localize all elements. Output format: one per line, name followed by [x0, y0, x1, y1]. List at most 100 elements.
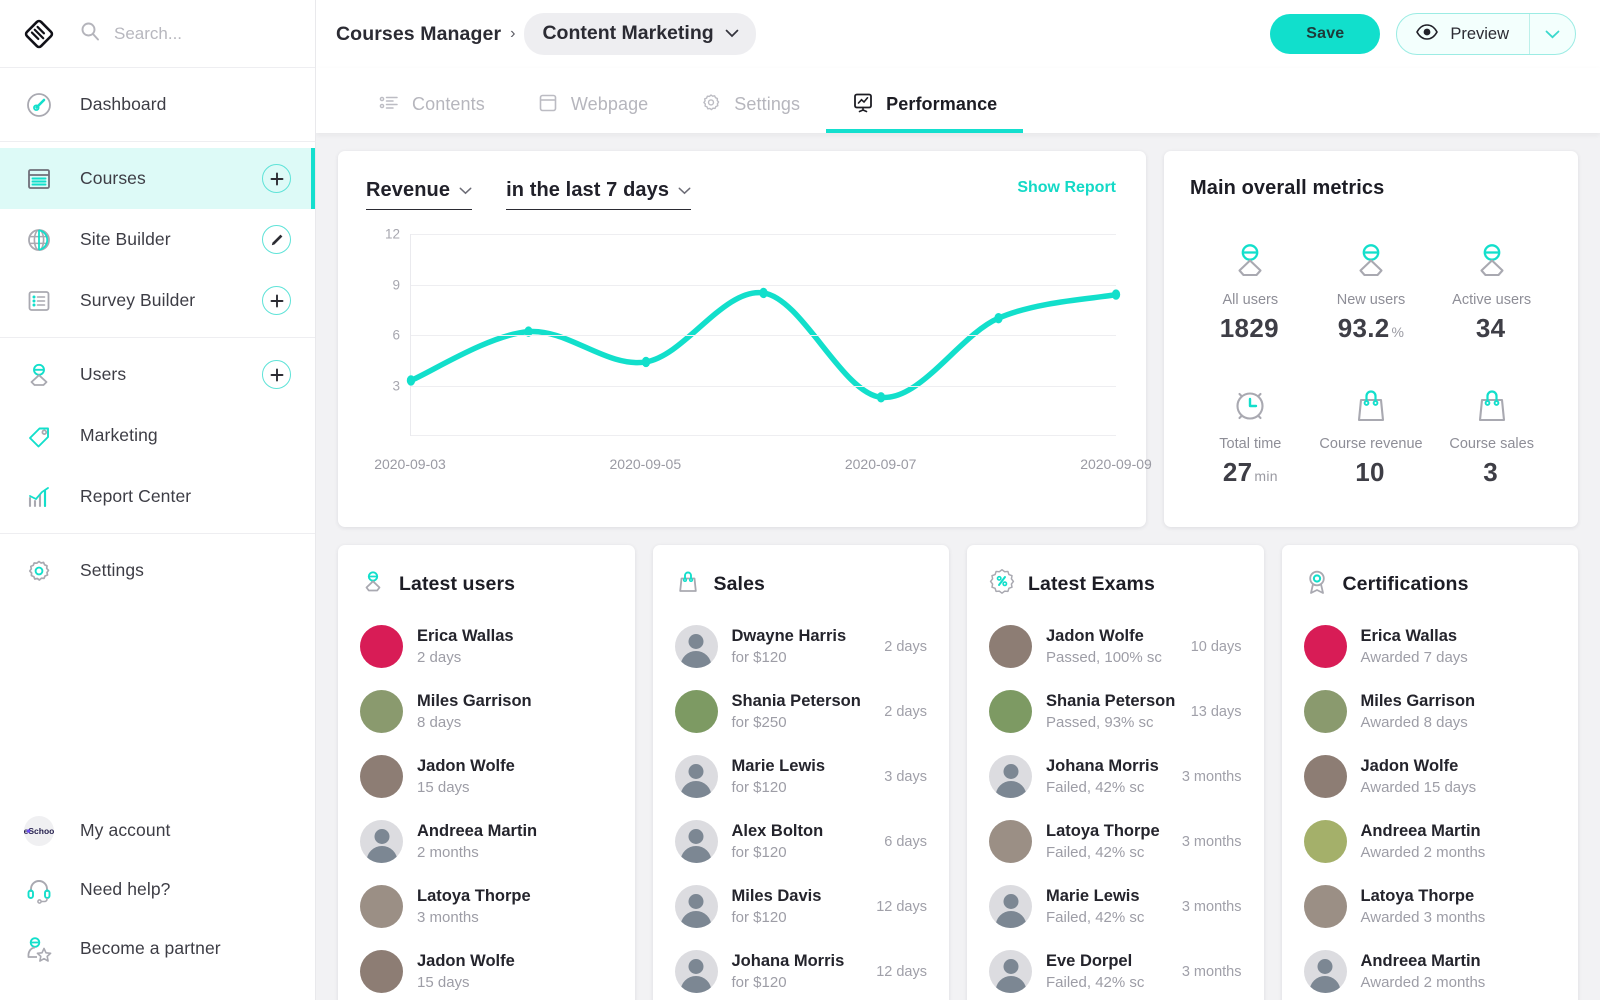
sidebar-item-become-a-partner[interactable]: Become a partner [0, 919, 315, 978]
sidebar-item-report-center[interactable]: Report Center [0, 466, 315, 527]
chart-point-3[interactable] [759, 287, 768, 299]
list-item-subtitle: Awarded 2 months [1360, 974, 1486, 991]
list-item-subtitle: 3 months [417, 909, 479, 926]
preview-button[interactable]: Preview [1397, 14, 1529, 54]
sidebar-item-site-builder[interactable]: Site Builder [0, 209, 315, 270]
list-item[interactable]: Marie Lewis for $120 3 days [674, 744, 927, 809]
survey-list-icon [16, 286, 62, 316]
list-item[interactable]: Andreea Martin 2 months [360, 809, 613, 874]
chart-point-5[interactable] [994, 312, 1003, 324]
list-item[interactable]: Johana Morris for $120 12 days [674, 939, 927, 1000]
avatar-placeholder [360, 820, 403, 863]
list-item-meta: Jadon Wolfe Awarded 15 days [1347, 757, 1549, 796]
list-item[interactable]: Miles Davis for $120 12 days [674, 874, 927, 939]
breadcrumb-current-dropdown[interactable]: Content Marketing [524, 13, 756, 55]
avatar-placeholder [989, 950, 1032, 993]
list-item[interactable]: Andreea Martin Awarded 2 months [1303, 809, 1557, 874]
chart-point-4[interactable] [876, 392, 886, 403]
chart-point-6[interactable] [1111, 289, 1121, 300]
tab-bar: Contents Webpage Settings Performance [316, 68, 1600, 133]
sidebar-item-settings[interactable]: Settings [0, 540, 315, 601]
metric-number: 27 [1222, 457, 1253, 487]
list-item-time: 3 months [1181, 833, 1242, 850]
list-item-time: 3 months [1181, 768, 1242, 785]
preview-dropdown-toggle[interactable] [1529, 14, 1575, 54]
list-item-name: Miles Garrison [417, 692, 532, 710]
search-bar[interactable] [62, 21, 315, 46]
avatar-placeholder [674, 820, 718, 863]
list-item-meta: Miles Davis for $120 [718, 887, 869, 926]
user-icon [1348, 222, 1394, 284]
sidebar-item-users[interactable]: Users [0, 344, 315, 405]
range-select[interactable]: in the last 7 days [506, 179, 692, 210]
dashboard-gauge-icon [16, 90, 62, 120]
list-item[interactable]: Jadon Wolfe 15 days [360, 939, 613, 1000]
sidebar-survey-builder-plus-button[interactable] [262, 286, 291, 315]
list-item[interactable]: Latoya Thorpe Failed, 42% sc 3 months [989, 809, 1242, 874]
avatar [989, 820, 1032, 863]
percent-badge-icon [989, 569, 1015, 600]
list-item-meta: Latoya Thorpe 3 months [403, 887, 605, 926]
sidebar-site-builder-pencil-button[interactable] [262, 225, 291, 254]
sidebar-item-dashboard[interactable]: Dashboard [0, 74, 315, 135]
list-item[interactable]: Shania Peterson Passed, 93% sc 13 days [989, 679, 1242, 744]
metric-select[interactable]: Revenue [366, 179, 473, 210]
sidebar-item-marketing[interactable]: Marketing [0, 405, 315, 466]
list-item[interactable]: Miles Garrison 8 days [360, 679, 613, 744]
list-item[interactable]: Shania Peterson for $250 2 days [674, 679, 927, 744]
breadcrumb-root[interactable]: Courses Manager [336, 23, 501, 46]
tab-contents[interactable]: Contents [352, 68, 511, 133]
list-item[interactable]: Andreea Martin Awarded 2 months [1303, 939, 1557, 1000]
list-item-name: Alex Bolton [731, 822, 824, 840]
sidebar-courses-plus-button[interactable] [262, 164, 291, 193]
metric-total-time: Total time 27 min [1190, 366, 1311, 488]
tab-label: Performance [886, 94, 998, 114]
list-item[interactable]: Latoya Thorpe 3 months [360, 874, 613, 939]
eschool-logo-icon[interactable] [16, 19, 62, 49]
tab-performance[interactable]: Performance [826, 68, 1024, 133]
list-item[interactable]: Jadon Wolfe 15 days [360, 744, 613, 809]
list-item[interactable]: Jadon Wolfe Awarded 15 days [1303, 744, 1557, 809]
list-item-time: 6 days [884, 833, 927, 850]
user-icon [360, 569, 386, 600]
list-item-meta: Shania Peterson Passed, 93% sc [1032, 692, 1183, 731]
sidebar-nav-group: Settings [0, 533, 315, 607]
list-item-time: 10 days [1190, 638, 1242, 655]
search-input[interactable] [114, 23, 294, 44]
list-item[interactable]: Erica Wallas Awarded 7 days [1303, 614, 1557, 679]
app-root: Dashboard Courses Site Builder Survey Bu… [0, 0, 1600, 1000]
chart-point-2[interactable] [641, 356, 651, 368]
card-header: Certifications [1304, 569, 1557, 600]
sidebar-item-my-account[interactable]: eSchoo My account [0, 801, 315, 860]
list-item[interactable]: Jadon Wolfe Passed, 100% sc 10 days [989, 614, 1242, 679]
tab-settings[interactable]: Settings [674, 68, 826, 133]
metric-value: 34 [1476, 313, 1508, 344]
list-item[interactable]: Miles Garrison Awarded 8 days [1303, 679, 1557, 744]
show-report-link[interactable]: Show Report [1017, 179, 1116, 197]
latest-users-card: Latest users Erica Wallas 2 days Miles G… [338, 545, 635, 1000]
list-item-subtitle: 15 days [417, 779, 470, 796]
sidebar-item-courses[interactable]: Courses [0, 148, 315, 209]
list-item[interactable]: Alex Bolton for $120 6 days [674, 809, 927, 874]
sidebar-users-plus-button[interactable] [262, 360, 291, 389]
metrics-grid: All users 1829 New users 93.2% Active us… [1190, 222, 1552, 488]
list-item[interactable]: Dwayne Harris for $120 2 days [674, 614, 927, 679]
main-area: Courses Manager › Content Marketing Save… [316, 0, 1600, 1000]
list-item[interactable]: Erica Wallas 2 days [360, 614, 613, 679]
sidebar-item-need-help-[interactable]: Need help? [0, 860, 315, 919]
chart-x-tick: 2020-09-05 [609, 456, 682, 472]
list-item[interactable]: Johana Morris Failed, 42% sc 3 months [989, 744, 1242, 809]
tab-webpage[interactable]: Webpage [511, 68, 674, 133]
sidebar-item-survey-builder[interactable]: Survey Builder [0, 270, 315, 331]
eschool-avatar-icon: eSchoo [16, 815, 62, 847]
list-item-subtitle: Awarded 15 days [1360, 779, 1477, 796]
metric-label: All users [1222, 292, 1279, 308]
list-item[interactable]: Eve Dorpel Failed, 42% sc 3 months [989, 939, 1242, 1000]
list-item-name: Latoya Thorpe [1046, 822, 1160, 840]
list-item[interactable]: Marie Lewis Failed, 42% sc 3 months [989, 874, 1242, 939]
chart-y-tick: 12 [384, 226, 400, 242]
avatar [989, 690, 1032, 733]
list-item[interactable]: Latoya Thorpe Awarded 3 months [1303, 874, 1557, 939]
save-button[interactable]: Save [1270, 14, 1381, 54]
chart-point-0[interactable] [406, 375, 416, 386]
